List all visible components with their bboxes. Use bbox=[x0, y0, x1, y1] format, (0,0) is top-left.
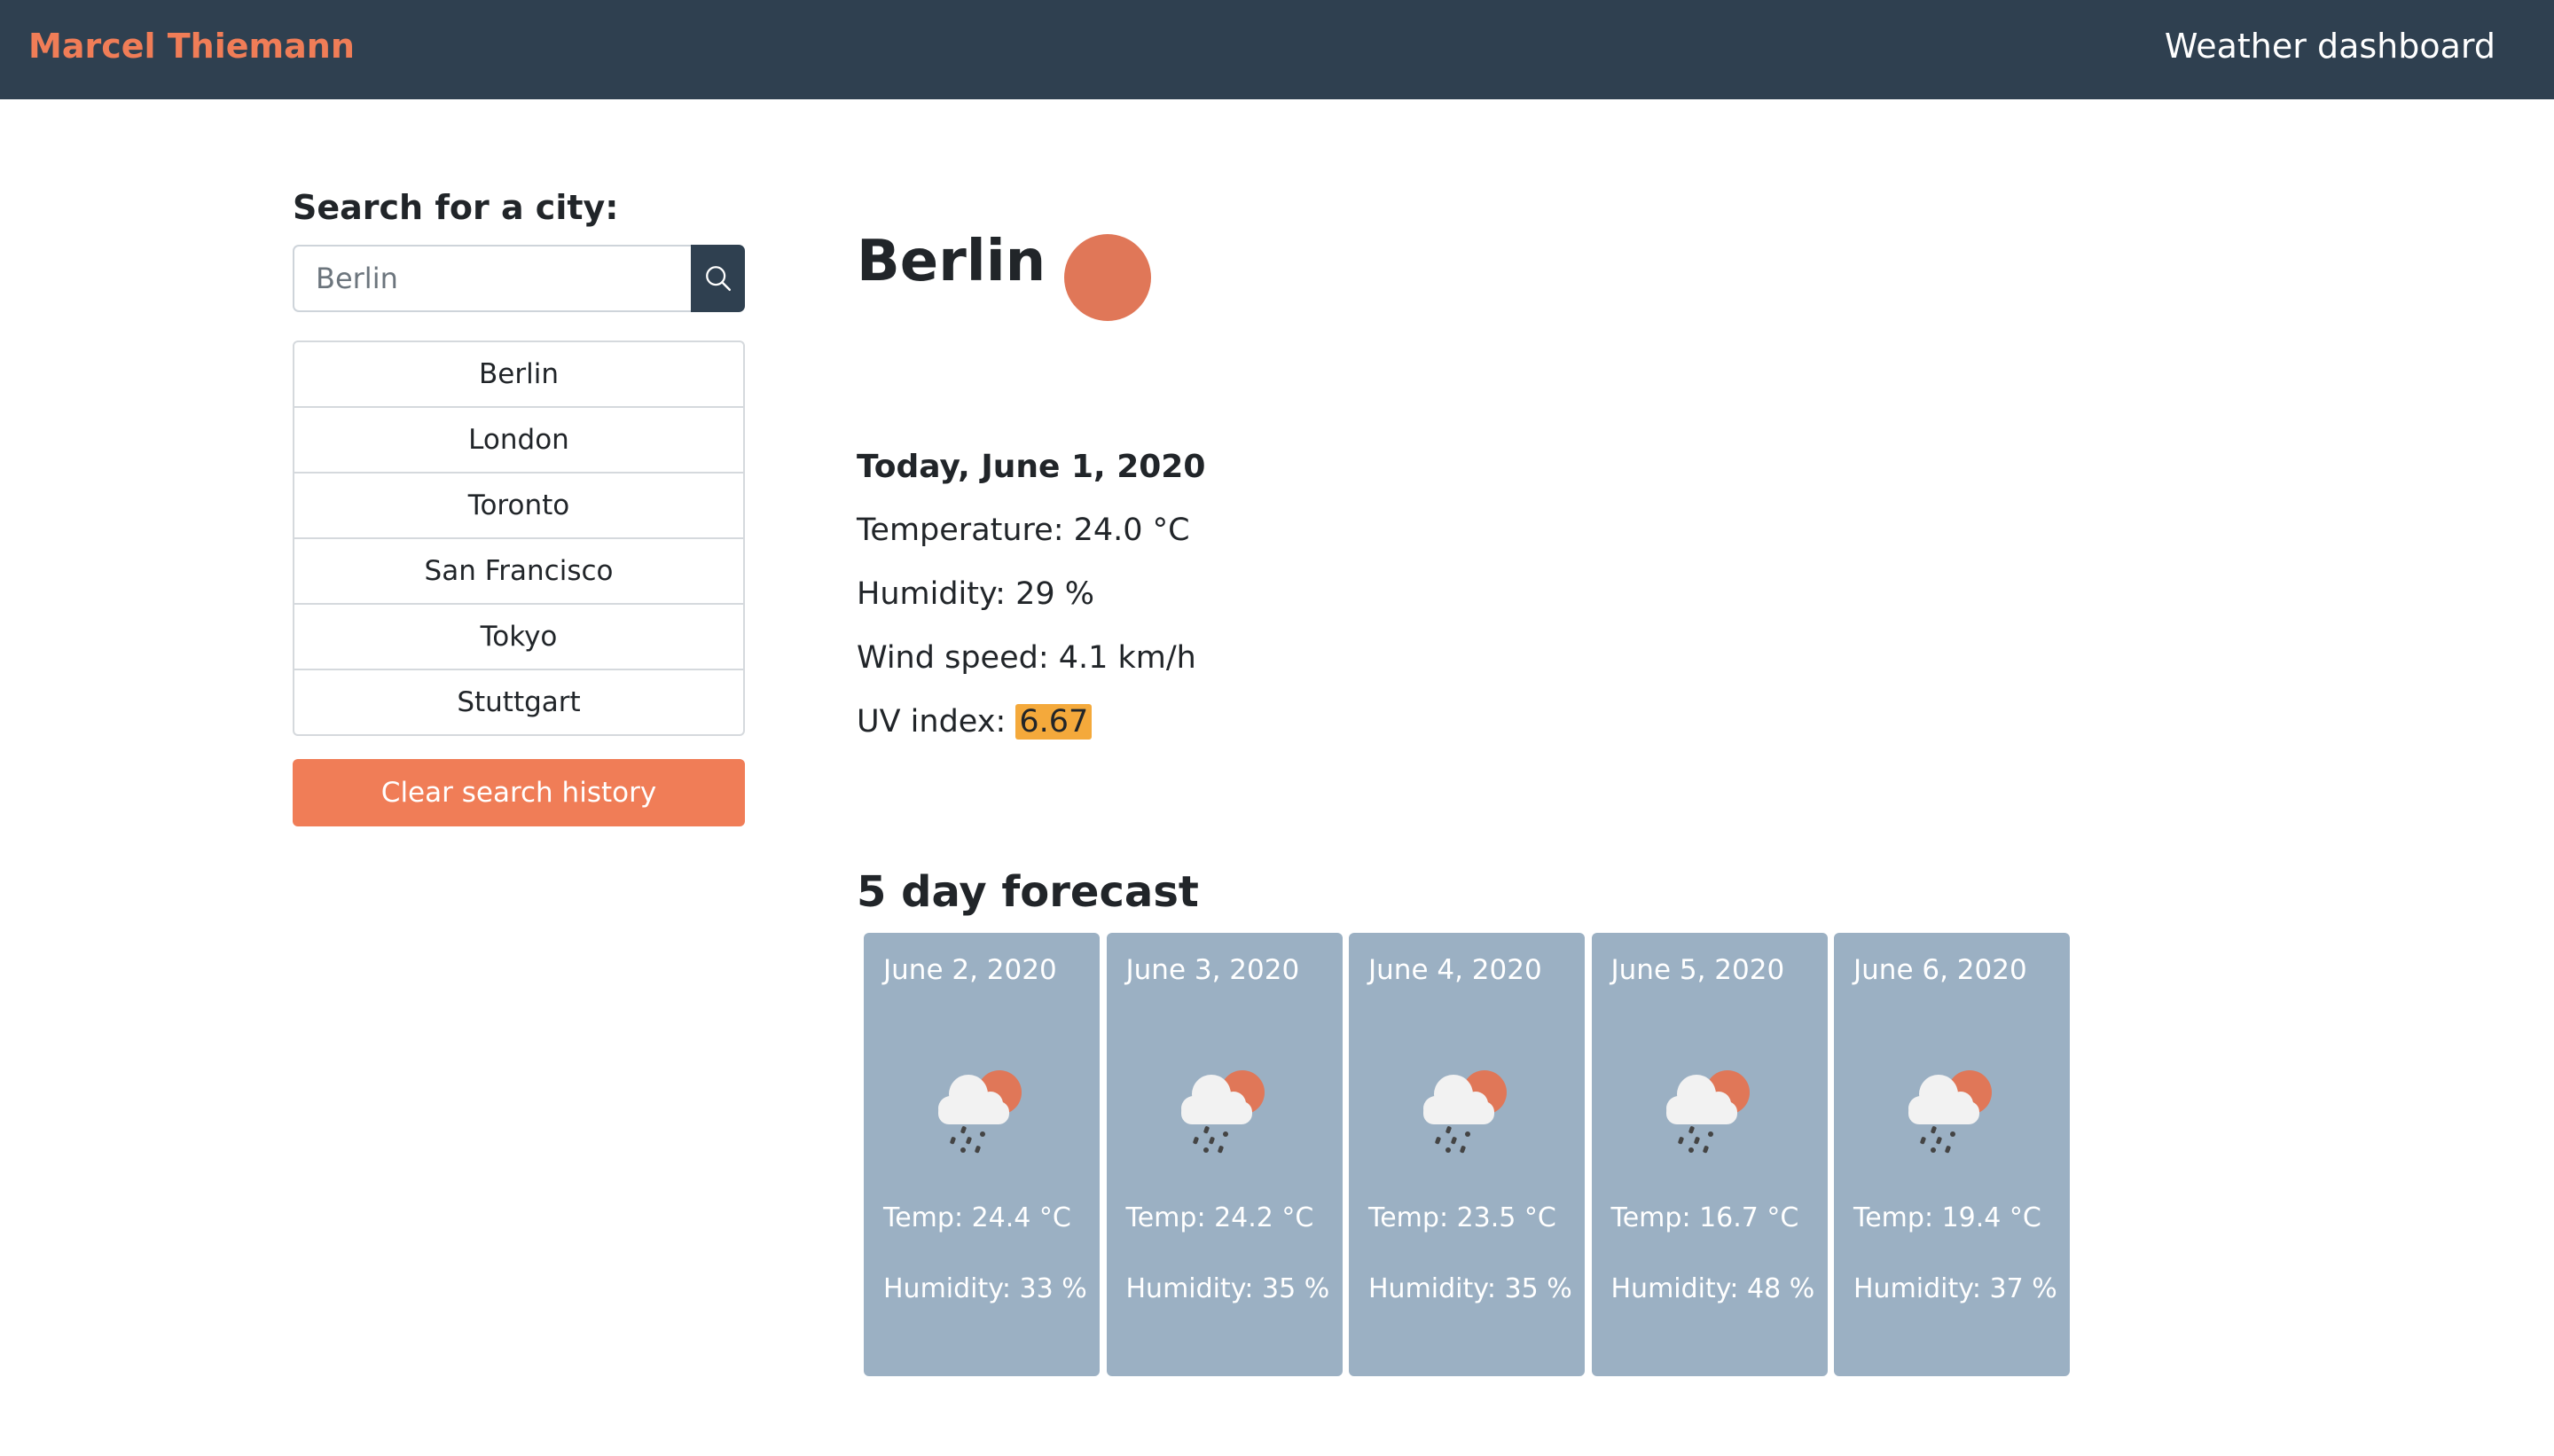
current-wind: Wind speed: 4.1 km/h bbox=[857, 640, 1196, 676]
history-item[interactable]: Berlin bbox=[293, 341, 745, 408]
search-label: Search for a city: bbox=[293, 188, 619, 227]
forecast-humidity: Humidity: 33 % bbox=[883, 1273, 1087, 1304]
forecast-card: June 2, 2020 Temp: 24.4 °C Humidity: 33 % bbox=[864, 933, 1100, 1376]
forecast-card: June 3, 2020 Temp: 24.2 °C Humidity: 35 % bbox=[1106, 933, 1343, 1376]
search-button[interactable] bbox=[691, 245, 745, 312]
history-item[interactable]: San Francisco bbox=[293, 537, 745, 605]
forecast-humidity: Humidity: 35 % bbox=[1125, 1273, 1330, 1304]
brand-link[interactable]: Marcel Thiemann bbox=[28, 27, 355, 66]
uv-badge: 6.67 bbox=[1015, 704, 1093, 740]
uv-label: UV index: bbox=[857, 704, 1016, 740]
forecast-date: June 4, 2020 bbox=[1368, 954, 1542, 986]
forecast-date: June 5, 2020 bbox=[1610, 954, 1785, 986]
search-icon bbox=[705, 266, 731, 292]
rain-sun-cloud-icon bbox=[1908, 1070, 1992, 1154]
history-item[interactable]: London bbox=[293, 406, 745, 474]
current-humidity: Humidity: 29 % bbox=[857, 576, 1094, 612]
forecast-icon bbox=[1409, 1066, 1524, 1167]
forecast-date: June 2, 2020 bbox=[883, 954, 1057, 986]
forecast-date: June 6, 2020 bbox=[1853, 954, 2027, 986]
forecast-date: June 3, 2020 bbox=[1125, 954, 1300, 986]
clear-history-button[interactable]: Clear search history bbox=[293, 759, 745, 826]
forecast-temp: Temp: 24.4 °C bbox=[883, 1202, 1071, 1233]
sun-icon bbox=[1064, 234, 1151, 321]
forecast-humidity: Humidity: 37 % bbox=[1853, 1273, 2057, 1304]
rain-sun-cloud-icon bbox=[1180, 1070, 1265, 1154]
top-navbar: Marcel Thiemann Weather dashboard bbox=[0, 0, 2554, 99]
forecast-icon bbox=[1167, 1066, 1282, 1167]
forecast-temp: Temp: 24.2 °C bbox=[1125, 1202, 1314, 1233]
forecast-temp: Temp: 16.7 °C bbox=[1610, 1202, 1799, 1233]
city-search-input[interactable] bbox=[293, 245, 691, 312]
current-uv: UV index: 6.67 bbox=[857, 704, 1093, 740]
current-temperature: Temperature: 24.0 °C bbox=[857, 513, 1190, 548]
page-title: Weather dashboard bbox=[2164, 27, 2495, 66]
forecast-card: June 4, 2020 Temp: 23.5 °C Humidity: 35 % bbox=[1349, 933, 1585, 1376]
search-history-list: Berlin London Toronto San Francisco Toky… bbox=[293, 341, 745, 736]
current-date: Today, June 1, 2020 bbox=[857, 449, 1206, 485]
forecast-temp: Temp: 23.5 °C bbox=[1368, 1202, 1556, 1233]
forecast-icon bbox=[1652, 1066, 1767, 1167]
rain-sun-cloud-icon bbox=[938, 1070, 1022, 1154]
forecast-temp: Temp: 19.4 °C bbox=[1853, 1202, 2041, 1233]
forecast-icon bbox=[924, 1066, 1039, 1167]
forecast-humidity: Humidity: 48 % bbox=[1610, 1273, 1815, 1304]
forecast-title: 5 day forecast bbox=[857, 867, 1199, 917]
forecast-humidity: Humidity: 35 % bbox=[1368, 1273, 1572, 1304]
forecast-icon bbox=[1894, 1066, 2010, 1167]
history-item[interactable]: Toronto bbox=[293, 472, 745, 539]
history-item[interactable]: Stuttgart bbox=[293, 669, 745, 736]
search-group bbox=[293, 245, 745, 312]
history-item[interactable]: Tokyo bbox=[293, 603, 745, 670]
forecast-card: June 5, 2020 Temp: 16.7 °C Humidity: 48 % bbox=[1591, 933, 1828, 1376]
rain-sun-cloud-icon bbox=[1423, 1070, 1507, 1154]
rain-sun-cloud-icon bbox=[1665, 1070, 1750, 1154]
city-name: Berlin bbox=[857, 229, 1046, 294]
forecast-card: June 6, 2020 Temp: 19.4 °C Humidity: 37 % bbox=[1834, 933, 2070, 1376]
